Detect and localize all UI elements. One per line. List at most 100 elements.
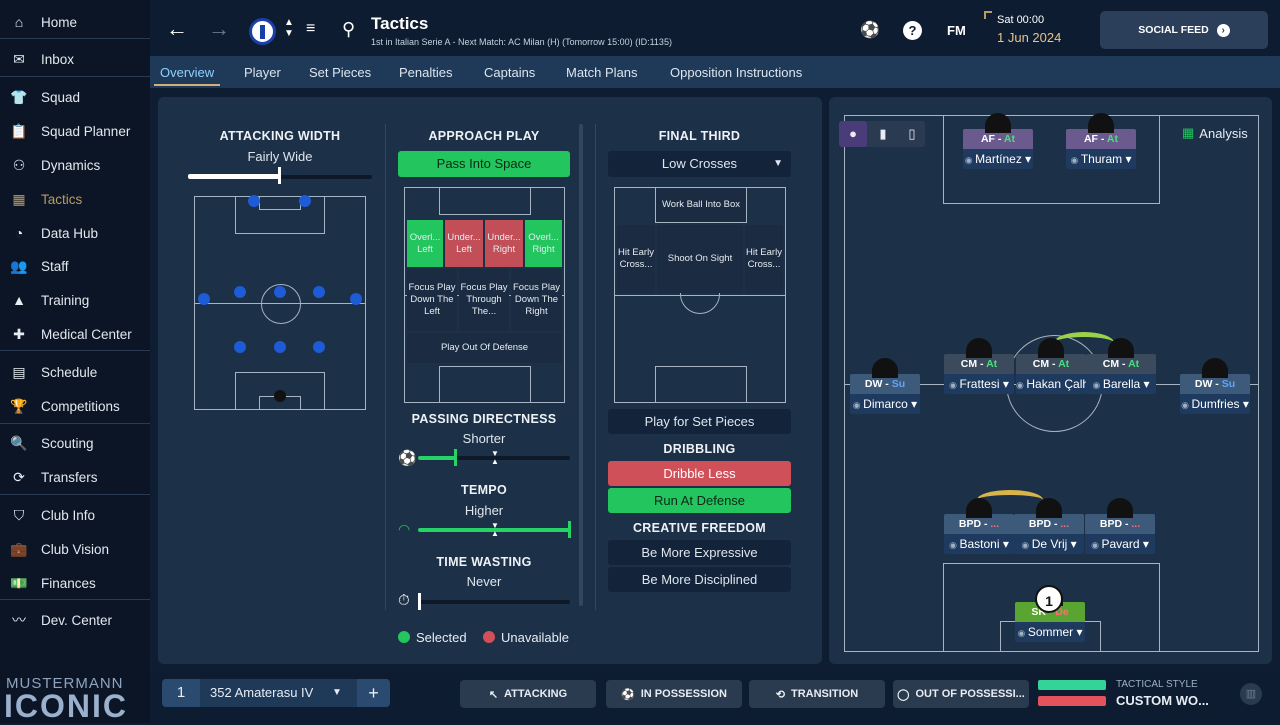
grid-icon: ▦ <box>1182 125 1195 140</box>
attacking-phase-button[interactable]: ↖ ATTACKING <box>460 680 596 708</box>
player-card[interactable]: CM - At ◉ Hakan Çalh... ▾ <box>1016 338 1086 394</box>
chevron-down-icon: ▾ <box>1122 152 1132 166</box>
back-arrow-icon[interactable]: ← <box>166 16 188 42</box>
player-card[interactable]: AF - At ◉ Martínez ▾ <box>963 113 1033 169</box>
work-ball-into-box-zone[interactable]: Work Ball Into Box <box>655 187 747 223</box>
tab-player[interactable]: Player <box>244 56 281 88</box>
chevron-down-icon: ▼ <box>332 687 342 698</box>
attacking-width-handle[interactable] <box>278 167 281 184</box>
hit-early-cross-left-zone[interactable]: Hit Early Cross... <box>617 225 655 293</box>
sidebar-item-dev-center[interactable]: 〰 Dev. Center <box>0 605 150 635</box>
shoot-on-sight-zone[interactable]: Shoot On Sight <box>657 225 743 293</box>
overlap-right-zone[interactable]: Overl... Right <box>525 220 562 267</box>
sidebar-item-inbox[interactable]: ✉ Inbox <box>0 44 150 74</box>
sidebar-item-transfers[interactable]: ⟳ Transfers <box>0 462 150 492</box>
underlap-left-zone[interactable]: Under... Left <box>445 220 483 267</box>
final-third-dropdown[interactable]: Low Crosses ▼ <box>608 151 791 177</box>
player-card[interactable]: BPD - ... ◉ De Vrij ▾ <box>1014 498 1084 554</box>
time-wasting-slider[interactable] <box>418 600 570 604</box>
forward-arrow-icon[interactable]: → <box>208 16 230 42</box>
be-more-disciplined-button[interactable]: Be More Disciplined <box>608 567 791 592</box>
attacking-label: ATTACKING <box>504 688 568 700</box>
tactic-name-dropdown[interactable]: 352 Amaterasu IV <box>210 679 313 707</box>
club-switch-chevrons-icon[interactable]: ▲ ▼ <box>284 17 294 39</box>
player-name[interactable]: ◉ Dimarco ▾ <box>850 394 920 414</box>
time-wasting-handle[interactable] <box>418 593 421 610</box>
sidebar-item-finances[interactable]: 💵 Finances <box>0 568 150 598</box>
sidebar-item-schedule[interactable]: ▤ Schedule <box>0 357 150 387</box>
sidebar-item-club-info[interactable]: ⛉ Club Info <box>0 500 150 530</box>
player-name[interactable]: ◉ Hakan Çalh... ▾ <box>1016 374 1086 394</box>
help-icon[interactable]: ? <box>903 21 922 40</box>
player-card[interactable]: DW - Su ◉ Dumfries ▾ <box>1180 358 1250 414</box>
analysis-button[interactable]: ▦ Analysis <box>1182 121 1262 145</box>
player-name[interactable]: ◉ De Vrij ▾ <box>1014 534 1084 554</box>
tactic-slot-number[interactable]: 1 <box>162 679 200 707</box>
tactic-analysis-icon[interactable]: ▥ <box>1240 683 1262 705</box>
club-crest-icon[interactable] <box>249 18 276 45</box>
sidebar-item-staff[interactable]: 👥 Staff <box>0 251 150 281</box>
in-possession-phase-button[interactable]: ⚽ IN POSSESSION <box>606 680 742 708</box>
out-of-possession-phase-button[interactable]: ◯ OUT OF POSSESSI... <box>893 680 1029 708</box>
player-name[interactable]: ◉ Sommer ▾ <box>1015 622 1085 642</box>
bar-chart-icon[interactable]: ▮ <box>869 121 897 147</box>
focus-centre-zone[interactable]: Focus Play Through The... <box>459 269 509 331</box>
tab-set-pieces[interactable]: Set Pieces <box>309 56 371 88</box>
focus-left-zone[interactable]: Focus Play Down The Left <box>407 269 457 331</box>
menu-icon[interactable]: ≡ <box>306 20 315 38</box>
sidebar-item-scouting[interactable]: 🔍 Scouting <box>0 428 150 458</box>
sidebar-item-competitions[interactable]: 🏆 Competitions <box>0 391 150 421</box>
sidebar-item-medical-center[interactable]: ✚ Medical Center <box>0 319 150 349</box>
search-icon[interactable]: ⚲ <box>342 19 355 40</box>
hit-early-cross-right-zone[interactable]: Hit Early Cross... <box>745 225 783 293</box>
fm-logo-button[interactable]: FM <box>947 23 966 38</box>
tactical-style-dropdown[interactable]: CUSTOM WO... <box>1116 693 1209 708</box>
sidebar-item-club-vision[interactable]: 💼 Club Vision <box>0 534 150 564</box>
player-card[interactable]: CM - At ◉ Frattesi ▾ <box>944 338 1014 394</box>
sidebar-item-data-hub[interactable]: ◔ Data Hub <box>0 218 150 248</box>
be-more-expressive-button[interactable]: Be More Expressive <box>608 540 791 565</box>
player-name[interactable]: ◉ Pavard ▾ <box>1085 534 1155 554</box>
tab-overview[interactable]: Overview <box>153 56 221 88</box>
tab-captains[interactable]: Captains <box>484 56 535 88</box>
add-tactic-button[interactable]: + <box>357 679 390 707</box>
player-card[interactable]: BPD - ... ◉ Bastoni ▾ <box>944 498 1014 554</box>
sidebar-item-squad-planner[interactable]: 📋 Squad Planner <box>0 116 150 146</box>
player-name[interactable]: ◉ Thuram ▾ <box>1066 149 1136 169</box>
player-name[interactable]: ◉ Frattesi ▾ <box>944 374 1014 394</box>
scrollbar[interactable] <box>579 124 583 606</box>
player-name[interactable]: ◉ Bastoni ▾ <box>944 534 1014 554</box>
info-card-icon[interactable]: ▯ <box>899 121 925 147</box>
transition-phase-button[interactable]: ⟲ TRANSITION <box>749 680 885 708</box>
date-continue-button[interactable]: 1 Jun 2024 <box>997 30 1061 45</box>
sidebar-item-training[interactable]: ▲ Training <box>0 285 150 315</box>
social-feed-button[interactable]: SOCIAL FEED › <box>1100 11 1268 49</box>
passing-directness-handle[interactable] <box>454 449 457 466</box>
tab-opposition-instructions[interactable]: Opposition Instructions <box>670 56 802 88</box>
tab-penalties[interactable]: Penalties <box>399 56 452 88</box>
player-name[interactable]: ◉ Martínez ▾ <box>963 149 1033 169</box>
player-card[interactable]: DW - Su ◉ Dimarco ▾ <box>850 358 920 414</box>
tab-match-plans[interactable]: Match Plans <box>566 56 638 88</box>
play-out-of-defense-zone[interactable]: Play Out Of Defense <box>407 333 562 363</box>
player-view-icon[interactable]: ● <box>839 121 867 147</box>
player-card[interactable]: BPD - ... ◉ Pavard ▾ <box>1085 498 1155 554</box>
tempo-handle[interactable] <box>568 521 571 538</box>
sidebar-item-home[interactable]: ⌂ Home <box>0 7 150 37</box>
overlap-left-zone[interactable]: Overl... Left <box>407 220 443 267</box>
dribble-less-button[interactable]: Dribble Less <box>608 461 791 486</box>
medical-kit-icon: ✚ <box>13 325 25 342</box>
pass-into-space-button[interactable]: Pass Into Space <box>398 151 570 177</box>
sidebar-item-dynamics[interactable]: ⚇ Dynamics <box>0 150 150 180</box>
sidebar-item-tactics[interactable]: ▦ Tactics <box>0 184 150 214</box>
play-for-set-pieces-button[interactable]: Play for Set Pieces <box>608 409 791 434</box>
player-card[interactable]: AF - At ◉ Thuram ▾ <box>1066 113 1136 169</box>
player-name[interactable]: ◉ Barella ▾ <box>1086 374 1156 394</box>
ball-icon[interactable]: ⚽ <box>860 20 880 40</box>
player-card[interactable]: CM - At ◉ Barella ▾ <box>1086 338 1156 394</box>
run-at-defense-button[interactable]: Run At Defense <box>608 488 791 513</box>
underlap-right-zone[interactable]: Under... Right <box>485 220 523 267</box>
sidebar-item-squad[interactable]: 👕 Squad <box>0 82 150 112</box>
focus-right-zone[interactable]: Focus Play Down The Right <box>511 269 562 331</box>
player-name[interactable]: ◉ Dumfries ▾ <box>1180 394 1250 414</box>
